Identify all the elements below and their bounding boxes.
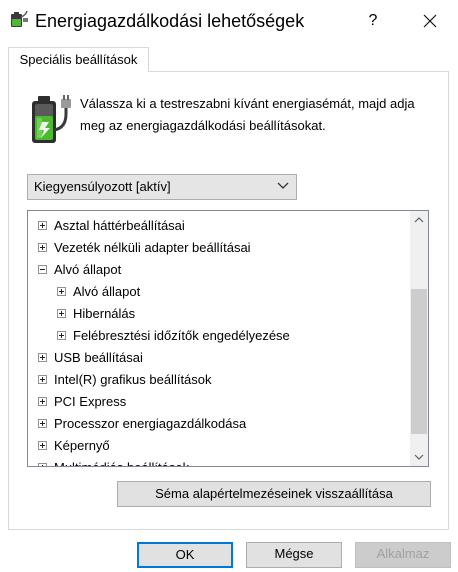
battery-plug-icon: [32, 95, 71, 143]
chevron-down-icon: [414, 454, 424, 460]
title-bar: Energiagazdálkodási lehetőségek ?: [0, 0, 458, 44]
scroll-down-button[interactable]: [410, 448, 428, 466]
expand-icon[interactable]: [38, 243, 47, 252]
scroll-up-button[interactable]: [410, 211, 428, 229]
close-button[interactable]: [410, 6, 450, 36]
power-scheme-value: Kiegyensúlyozott [aktív]: [34, 179, 171, 194]
expand-icon[interactable]: [38, 353, 47, 362]
chevron-up-icon: [414, 217, 424, 223]
window-title: Energiagazdálkodási lehetőségek: [35, 11, 305, 31]
power-plug-icon: [11, 10, 28, 27]
tree-item-label: Alvó állapot: [73, 284, 141, 299]
tree-item-label: Processzor energiagazdálkodása: [54, 416, 247, 431]
tree-item-label: Multimédiás beállítások: [54, 457, 189, 466]
description-text: Válassza ki a testreszabni kívánt energi…: [80, 96, 415, 133]
tree-item-label: Intel(R) grafikus beállítások: [54, 372, 212, 387]
cancel-button[interactable]: Mégse: [246, 542, 342, 568]
settings-tree[interactable]: Asztal háttérbeállításai Vezeték nélküli…: [27, 210, 429, 467]
expand-icon[interactable]: [38, 441, 47, 450]
tree-item-label: Asztal háttérbeállításai: [54, 218, 185, 233]
ok-button[interactable]: OK: [137, 542, 233, 568]
scroll-thumb[interactable]: [411, 289, 427, 434]
expand-icon[interactable]: [38, 397, 47, 406]
expand-icon[interactable]: [38, 463, 47, 466]
tree-item-label: PCI Express: [54, 394, 127, 409]
expand-icon[interactable]: [38, 375, 47, 384]
expand-icon[interactable]: [57, 331, 66, 340]
tree-item-label: Hibernálás: [73, 306, 136, 321]
tree-scrollbar[interactable]: [410, 211, 428, 466]
expand-icon[interactable]: [57, 309, 66, 318]
power-scheme-select[interactable]: Kiegyensúlyozott [aktív]: [27, 174, 297, 200]
tab-advanced-settings[interactable]: Speciális beállítások: [8, 47, 149, 72]
apply-button[interactable]: Alkalmaz: [355, 542, 451, 568]
chevron-down-icon: [277, 182, 289, 189]
collapse-icon[interactable]: [38, 265, 47, 274]
expand-icon[interactable]: [57, 287, 66, 296]
tree-item-label: Vezeték nélküli adapter beállításai: [54, 240, 251, 255]
tree-item-label: Felébresztési időzítők engedélyezése: [73, 328, 290, 343]
close-icon: [423, 14, 437, 28]
expand-icon[interactable]: [38, 221, 47, 230]
tree-item-label: Alvó állapot: [54, 262, 122, 277]
tree-item-label: USB beállításai: [54, 350, 143, 365]
expand-icon[interactable]: [38, 419, 47, 428]
help-button[interactable]: ?: [357, 6, 389, 36]
restore-defaults-button[interactable]: Séma alapértelmezéseinek visszaállítása: [117, 481, 431, 507]
tree-item-label: Képernyő: [54, 438, 110, 453]
